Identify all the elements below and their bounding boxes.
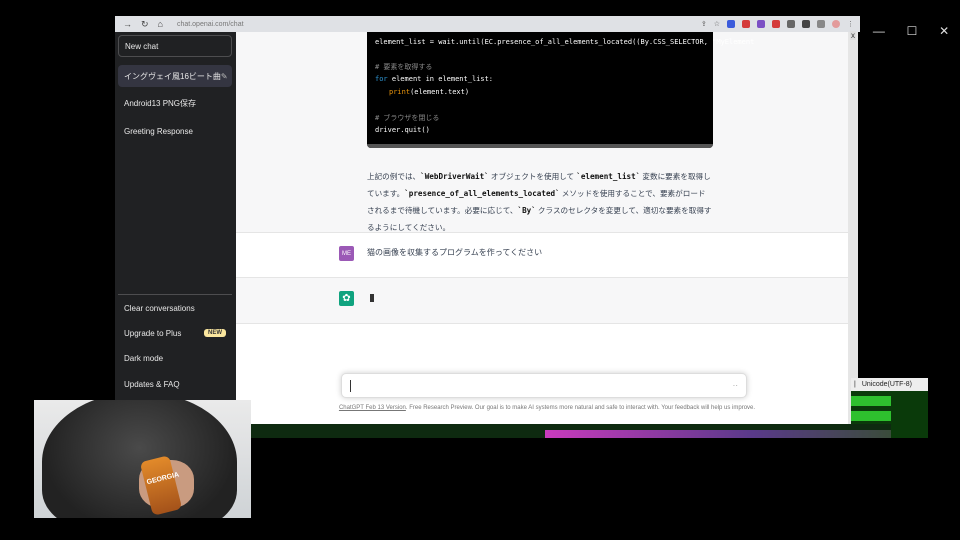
home-icon[interactable]: ⌂ bbox=[158, 19, 163, 30]
sidebar-item-chat[interactable]: イングヴェイ風16ビート曲 ✎ 🗑 bbox=[118, 65, 232, 87]
webcam-person bbox=[42, 400, 237, 518]
extension-icon[interactable] bbox=[757, 20, 765, 28]
forward-icon[interactable]: → bbox=[123, 19, 132, 30]
screen: → ↻ ⌂ chat.openai.com/chat ⇪ ☆ ⋮ — ☐ ✕ N… bbox=[0, 0, 960, 540]
clear-conversations-button[interactable]: Clear conversations bbox=[118, 297, 232, 319]
new-chat-button[interactable]: New chat bbox=[118, 35, 232, 57]
footer-text: . Free Research Preview. Our goal is to … bbox=[405, 405, 756, 411]
code-line: element_list = wait.until(EC.presence_of… bbox=[375, 38, 755, 46]
encoding-label[interactable]: Unicode(UTF-8) bbox=[859, 381, 915, 388]
extensions-area: ⇪ ☆ ⋮ bbox=[701, 20, 860, 28]
code-block: element_list = wait.until(EC.presence_of… bbox=[367, 32, 754, 148]
code-line: driver.quit() bbox=[375, 126, 430, 134]
updates-faq-label: Updates & FAQ bbox=[124, 379, 180, 389]
assistant-answer-text: 上記の例では、`WebDriverWait` オブジェクトを使用して `elem… bbox=[367, 172, 712, 232]
reload-icon[interactable]: ↻ bbox=[141, 19, 149, 30]
address-bar[interactable]: chat.openai.com/chat bbox=[177, 21, 244, 28]
send-icon[interactable]: ·· bbox=[733, 381, 738, 390]
extension-icon[interactable] bbox=[727, 20, 735, 28]
code-line: print(element.text) bbox=[389, 88, 470, 96]
window-controls: — ☐ ✕ bbox=[862, 20, 960, 42]
green-bar bbox=[851, 396, 891, 406]
user-avatar: ME bbox=[339, 246, 354, 261]
avatar[interactable] bbox=[832, 20, 840, 28]
version-link[interactable]: ChatGPT Feb 13 Version bbox=[339, 405, 406, 411]
encoding-status-bar: | Unicode(UTF-8) bbox=[851, 378, 928, 391]
minimize-icon[interactable]: — bbox=[873, 24, 885, 38]
close-small-icon[interactable]: x bbox=[850, 31, 856, 40]
clear-conversations-label: Clear conversations bbox=[124, 303, 195, 313]
code-line: for element in element_list: bbox=[375, 75, 494, 83]
sidebar-item-label: Android13 PNG保存 bbox=[124, 98, 197, 108]
extension-icon[interactable] bbox=[772, 20, 780, 28]
sidebar-divider bbox=[118, 294, 232, 295]
pencil-icon[interactable]: ✎ bbox=[221, 72, 228, 81]
chat-input[interactable]: ·· bbox=[341, 373, 747, 398]
status-cell: | bbox=[854, 381, 856, 388]
share-icon[interactable]: ⇪ bbox=[701, 20, 707, 28]
color-gradient-bar bbox=[545, 430, 891, 438]
dark-mode-button[interactable]: Dark mode bbox=[118, 347, 232, 369]
user-message-text: 猫の画像を収集するプログラムを作ってください bbox=[367, 248, 543, 257]
webcam-overlay: GEORGIA bbox=[34, 400, 251, 518]
typing-cursor bbox=[370, 294, 374, 302]
green-bar bbox=[851, 411, 891, 421]
dark-mode-label: Dark mode bbox=[124, 353, 164, 363]
sidebar-item-chat[interactable]: Android13 PNG保存 bbox=[118, 92, 232, 114]
right-window-edge bbox=[848, 32, 858, 424]
sidebar-item-label: イングヴェイ風16ビート曲 bbox=[124, 71, 221, 81]
bottle-logo: GEORGIA bbox=[146, 471, 180, 487]
text-caret bbox=[350, 380, 351, 392]
close-icon[interactable]: ✕ bbox=[939, 24, 949, 38]
puzzle-icon[interactable] bbox=[802, 20, 810, 28]
user-message-row: ME 猫の画像を収集するプログラムを作ってください bbox=[236, 232, 848, 278]
chat-main: element_list = wait.until(EC.presence_of… bbox=[236, 32, 848, 424]
menu-dots-icon[interactable]: ⋮ bbox=[847, 20, 854, 28]
sidebar: New chat イングヴェイ風16ビート曲 ✎ 🗑 Android13 PNG… bbox=[115, 32, 236, 400]
upgrade-plus-label: Upgrade to Plus bbox=[124, 328, 182, 338]
star-icon[interactable]: ☆ bbox=[714, 20, 720, 28]
updates-faq-button[interactable]: Updates & FAQ bbox=[118, 373, 232, 395]
extension-icon[interactable] bbox=[787, 20, 795, 28]
window-icon[interactable] bbox=[817, 20, 825, 28]
extension-icon[interactable] bbox=[742, 20, 750, 28]
code-scrollbar[interactable] bbox=[367, 144, 713, 148]
upgrade-plus-button[interactable]: Upgrade to Plus NEW bbox=[118, 322, 232, 344]
browser-toolbar: → ↻ ⌂ chat.openai.com/chat ⇪ ☆ ⋮ bbox=[115, 16, 860, 32]
maximize-icon[interactable]: ☐ bbox=[907, 24, 918, 38]
code-comment: # 要素を取得する bbox=[375, 63, 433, 71]
openai-logo-icon: ✿ bbox=[339, 291, 354, 306]
footer-note: ChatGPT Feb 13 Version. Free Research Pr… bbox=[332, 405, 762, 411]
sidebar-item-chat[interactable]: Greeting Response bbox=[118, 120, 232, 142]
new-badge: NEW bbox=[204, 329, 226, 337]
code-comment: # ブラウザを閉じる bbox=[375, 114, 440, 122]
sidebar-item-label: Greeting Response bbox=[124, 126, 193, 136]
new-chat-label: New chat bbox=[125, 41, 159, 51]
assistant-typing-row: ✿ bbox=[236, 278, 848, 324]
